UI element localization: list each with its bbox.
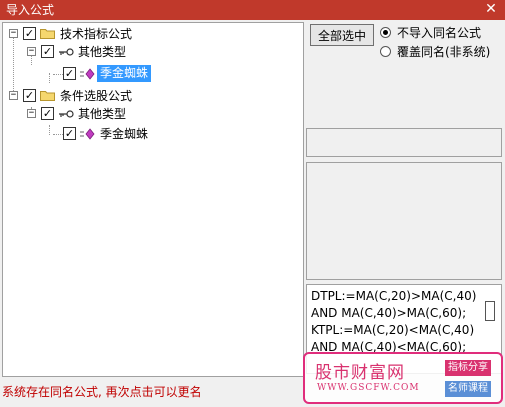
key-icon <box>59 110 74 118</box>
formula-description-panel <box>306 162 502 280</box>
tree-node-other-type[interactable]: − ✓ 其他类型 <box>3 43 303 61</box>
watermark-url: WWW.GSCFW.COM <box>317 383 420 393</box>
watermark-tag: 名师课程 <box>445 381 491 397</box>
formula-icon <box>80 68 95 80</box>
tree-node-label: 其他类型 <box>78 107 127 121</box>
tree-node-stock-selection[interactable]: − ✓ 条件选股公式 <box>3 87 303 105</box>
tree-checkbox[interactable]: ✓ <box>23 27 36 40</box>
tree-checkbox[interactable]: ✓ <box>41 45 54 58</box>
key-icon <box>59 48 74 56</box>
tree-node-formula[interactable]: ✓ 季金蜘蛛 <box>3 125 303 143</box>
radio-skip-duplicates[interactable]: 不导入同名公式 <box>380 25 500 41</box>
window-title: 导入公式 <box>6 3 55 17</box>
title-bar[interactable]: 导入公式 ✕ <box>0 0 505 20</box>
tree-node-label: 条件选股公式 <box>60 89 133 103</box>
formula-tree[interactable]: − ✓ 技术指标公式 − ✓ 其他类型 ✓ 季金蜘蛛 − ✓ 条件选股公式 − … <box>2 22 304 377</box>
tree-node-tech-indicators[interactable]: − ✓ 技术指标公式 <box>3 25 303 43</box>
collapse-icon[interactable]: − <box>27 47 36 56</box>
tree-node-label: 季金蜘蛛 <box>97 65 152 82</box>
formula-icon <box>80 128 95 140</box>
formula-line: KTPL:=MA(C,20)<MA(C,40) <box>311 323 475 337</box>
folder-icon <box>40 91 55 101</box>
radio-button[interactable] <box>380 46 391 57</box>
radio-overwrite-duplicates[interactable]: 覆盖同名(非系统) <box>380 44 500 60</box>
tree-node-label: 季金蜘蛛 <box>100 127 149 141</box>
status-message: 系统存在同名公式, 再次点击可以更名 <box>2 385 202 399</box>
tree-node-label: 其他类型 <box>78 45 127 59</box>
tree-checkbox[interactable]: ✓ <box>63 127 76 140</box>
folder-icon <box>40 29 55 39</box>
watermark-brand: 股市财富网 <box>315 363 405 383</box>
tree-node-other-type[interactable]: − ✓ 其他类型 <box>3 105 303 123</box>
tree-checkbox[interactable]: ✓ <box>63 67 76 80</box>
watermark-logo: 股市财富网 WWW.GSCFW.COM 指标分享 名师课程 <box>303 352 503 404</box>
close-icon[interactable]: ✕ <box>483 1 499 17</box>
radio-label: 不导入同名公式 <box>397 26 482 40</box>
tree-node-formula[interactable]: ✓ 季金蜘蛛 <box>3 65 303 83</box>
tree-node-label: 技术指标公式 <box>60 27 133 41</box>
collapse-icon[interactable]: − <box>27 109 36 118</box>
collapse-icon[interactable]: − <box>9 29 18 38</box>
scrollbar-thumb[interactable] <box>485 301 495 321</box>
collapse-icon[interactable]: − <box>9 91 18 100</box>
formula-line: DTPL:=MA(C,20)>MA(C,40) <box>311 289 477 303</box>
radio-label: 覆盖同名(非系统) <box>397 45 491 59</box>
radio-button-selected[interactable] <box>380 27 391 38</box>
formula-name-field <box>306 128 502 157</box>
select-all-button[interactable]: 全部选中 <box>310 24 374 46</box>
import-formula-dialog: 导入公式 ✕ − ✓ 技术指标公式 − ✓ 其他类型 ✓ 季金蜘蛛 − ✓ 条件… <box>0 0 505 407</box>
watermark-tag: 指标分享 <box>445 360 491 376</box>
formula-line: AND MA(C,40)>MA(C,60); <box>311 306 467 320</box>
tree-checkbox[interactable]: ✓ <box>23 89 36 102</box>
tree-checkbox[interactable]: ✓ <box>41 107 54 120</box>
